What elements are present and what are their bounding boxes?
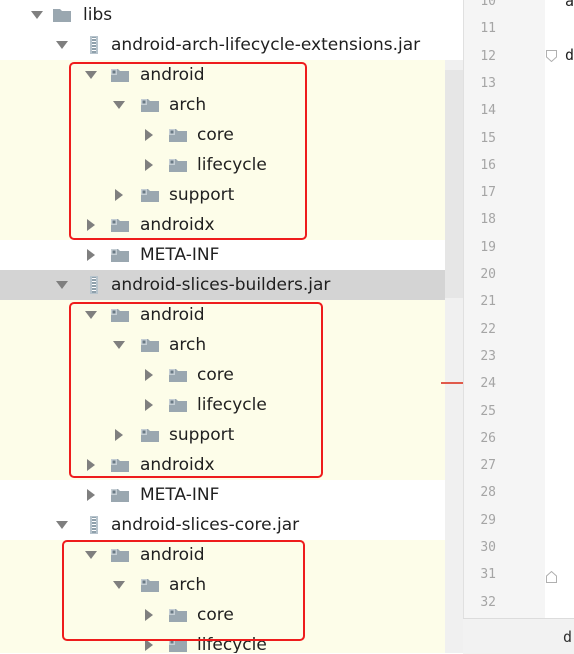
- tree-row-android-slices-core-jar[interactable]: android-slices-core.jar: [0, 510, 463, 540]
- line-number: 12: [480, 48, 496, 64]
- line-number: 31: [480, 567, 496, 583]
- line-number: 13: [480, 75, 496, 91]
- line-number: 29: [480, 512, 496, 528]
- scroll-marker: [441, 382, 463, 384]
- tree-row-label: META-INF: [140, 245, 220, 265]
- highlight-box: [62, 540, 305, 641]
- line-number: 18: [480, 212, 496, 228]
- tree-row-android-arch-lifecycle-extensions-jar[interactable]: android-arch-lifecycle-extensions.jar: [0, 30, 463, 60]
- chevron-down-icon[interactable]: [55, 38, 69, 52]
- line-number: 23: [480, 348, 496, 364]
- code-text-line-12: d: [565, 46, 574, 64]
- tree-row-label: android-slices-builders.jar: [111, 275, 331, 295]
- chevron-right-icon[interactable]: [84, 488, 98, 502]
- editor-bottom-text: d: [563, 628, 573, 646]
- line-number: 15: [480, 130, 496, 146]
- fold-marker-icon[interactable]: [546, 571, 557, 583]
- tree-row-libs[interactable]: libs: [0, 0, 463, 30]
- tree-row-meta-inf[interactable]: META-INF: [0, 240, 463, 270]
- highlight-box: [69, 62, 307, 240]
- line-number: 19: [480, 239, 496, 255]
- code-text-line-10: a: [565, 0, 574, 10]
- jar-icon: [90, 36, 98, 54]
- tree-row-label: META-INF: [140, 485, 220, 505]
- editor-area[interactable]: [545, 0, 574, 653]
- line-number: 10: [480, 0, 496, 9]
- highlight-box: [69, 302, 323, 478]
- chevron-down-icon[interactable]: [55, 518, 69, 532]
- folder-icon: [53, 9, 71, 22]
- chevron-down-icon[interactable]: [30, 8, 44, 22]
- line-number: 17: [480, 185, 496, 201]
- line-number: 11: [480, 21, 496, 37]
- tree-row-android-slices-builders-jar[interactable]: android-slices-builders.jar: [0, 270, 463, 300]
- line-number: 25: [480, 403, 496, 419]
- line-number: 32: [480, 594, 496, 610]
- package-folder-icon: [111, 249, 129, 262]
- editor-bottom-strip: [463, 618, 574, 654]
- line-number: 21: [480, 294, 496, 310]
- tree-row-label: android-arch-lifecycle-extensions.jar: [111, 35, 421, 55]
- fold-marker-icon[interactable]: [546, 50, 557, 62]
- tree-row-label: libs: [83, 5, 113, 25]
- line-number: 22: [480, 321, 496, 337]
- line-number: 26: [480, 430, 496, 446]
- line-number: 28: [480, 485, 496, 501]
- tree-row-meta-inf[interactable]: META-INF: [0, 480, 463, 510]
- line-number: 20: [480, 267, 496, 282]
- package-folder-icon: [111, 489, 129, 502]
- jar-icon: [90, 276, 98, 294]
- line-number: 27: [480, 458, 496, 474]
- tree-scrollbar-thumb[interactable]: [445, 70, 463, 298]
- editor-gutter: 10 11 12 13 14 15 16 17 18 19 20 21 22 23 24 25 26 27 28 29…: [463, 0, 546, 653]
- line-number: 30: [480, 540, 496, 555]
- chevron-right-icon[interactable]: [84, 248, 98, 262]
- line-number: 24: [480, 376, 496, 392]
- jar-icon: [90, 516, 98, 534]
- line-number: 16: [480, 157, 496, 173]
- line-number: 14: [480, 103, 496, 119]
- tree-row-label: android-slices-core.jar: [111, 515, 300, 535]
- chevron-down-icon[interactable]: [55, 278, 69, 292]
